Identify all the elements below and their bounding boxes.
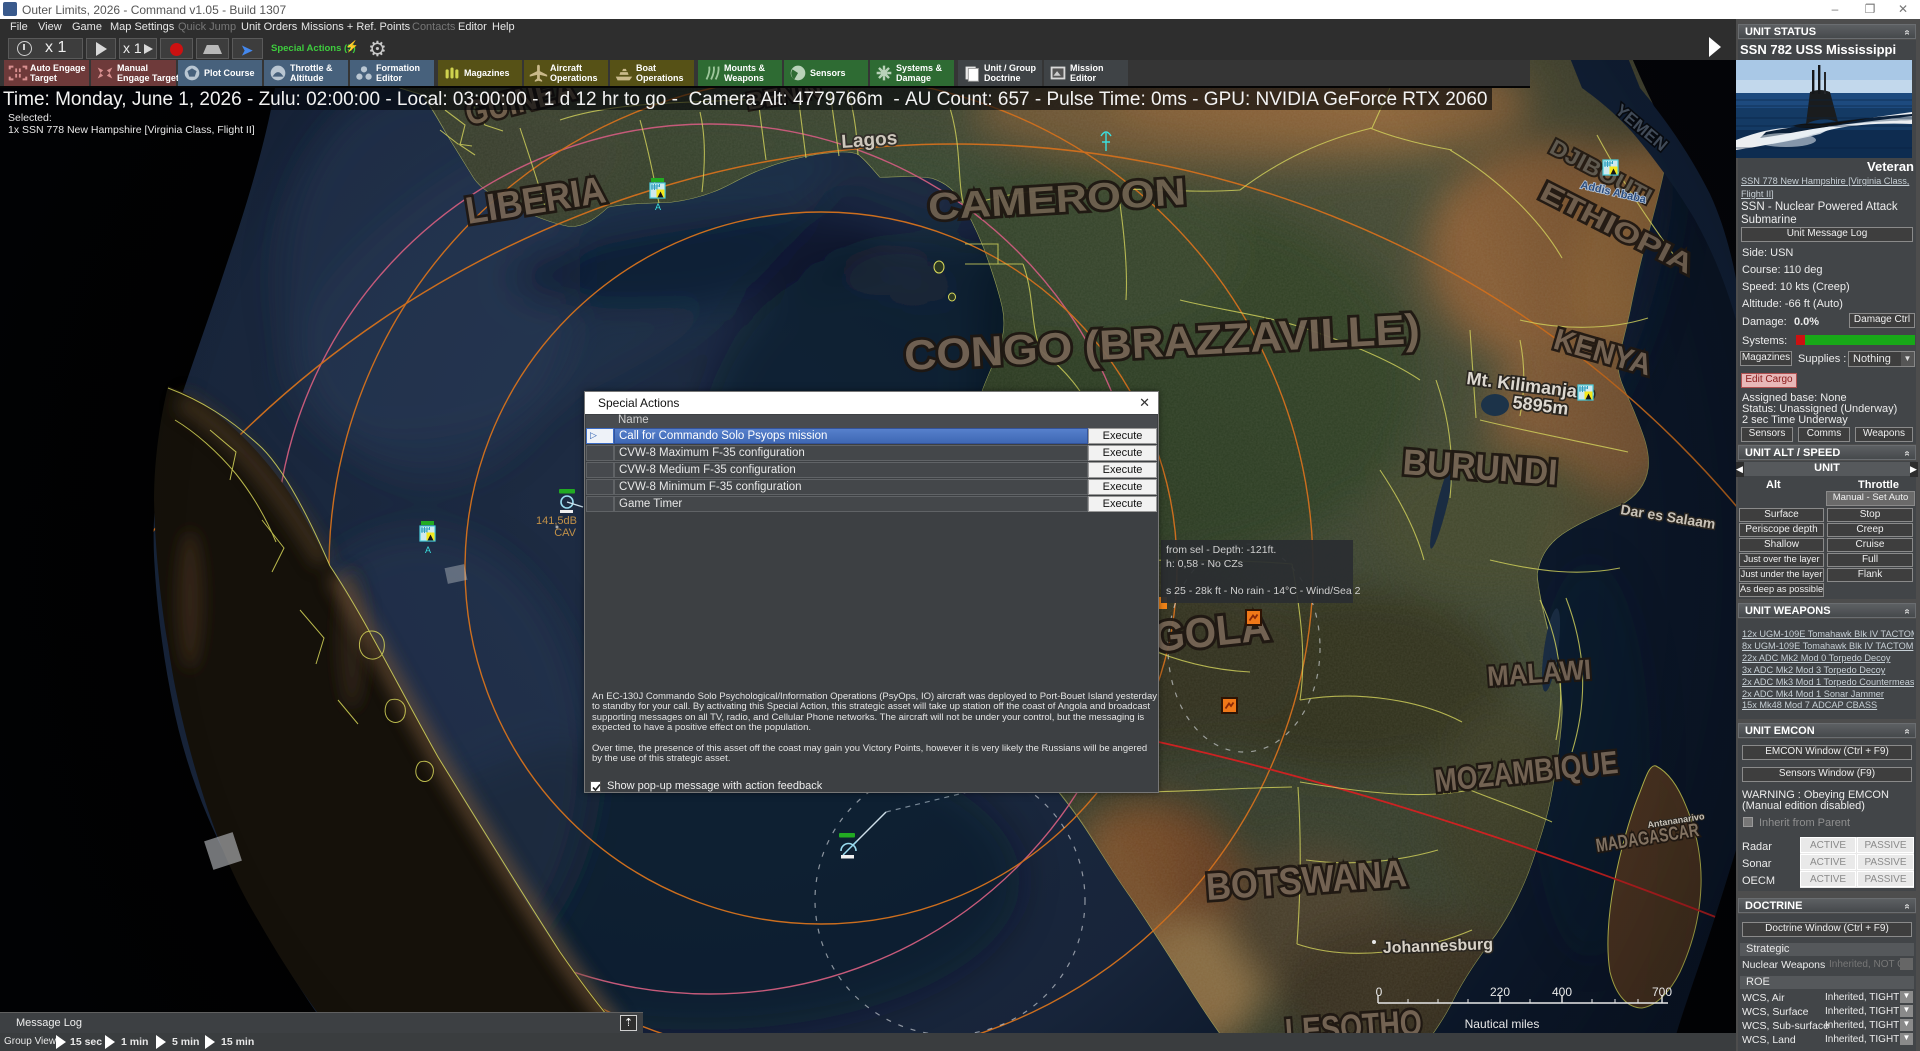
svg-text:s 25 - 28k ft - No rain - 14°C: s 25 - 28k ft - No rain - 14°C - Wind/Se… [1166,585,1361,597]
svg-text:0: 0 [1376,985,1383,999]
svg-text:400: 400 [1552,985,1572,999]
svg-text:A: A [425,545,431,555]
svg-text:from sel - Depth: -121ft.: from sel - Depth: -121ft. [1166,544,1276,556]
svg-text:Lagos: Lagos [841,128,898,153]
svg-text:h: 0,58 - No CZs: h: 0,58 - No CZs [1166,558,1243,570]
svg-text:Nautical miles: Nautical miles [1465,1017,1540,1031]
svg-text:CAV: CAV [554,527,576,539]
svg-text:700: 700 [1652,985,1672,999]
svg-text:220: 220 [1490,985,1510,999]
svg-text:141,5dB: 141,5dB [536,515,577,527]
svg-text:A: A [655,202,661,212]
